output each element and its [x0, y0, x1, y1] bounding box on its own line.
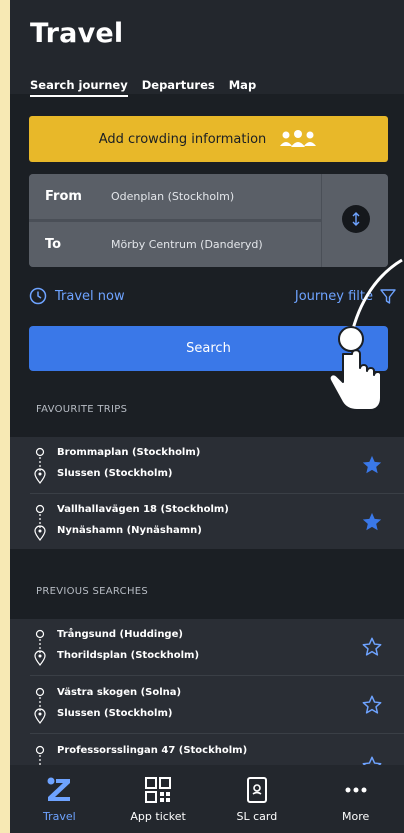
from-value: Odenplan (Stockholm) — [111, 190, 235, 203]
nav-sl-card[interactable]: SL card — [208, 765, 307, 833]
favourite-trips-list: Brommaplan (Stockholm) Slussen (Stockhol… — [10, 437, 404, 549]
tab-search-journey[interactable]: Search journey — [30, 78, 128, 97]
trip-to: Slussen (Stockholm) — [57, 708, 173, 719]
app-screen: Travel Search journey Departures Map Add… — [10, 0, 404, 833]
trip-to: Nynäshamn (Nynäshamn) — [57, 525, 202, 536]
trip-to: Slussen (Stockholm) — [57, 468, 173, 479]
to-field[interactable]: To Mörby Centrum (Danderyd) — [29, 222, 321, 267]
previous-searches-heading: PREVIOUS SEARCHES — [36, 586, 149, 597]
route-pins-icon — [34, 687, 46, 724]
trip-from: Vallhallavägen 18 (Stockholm) — [57, 504, 229, 515]
travel-now-label: Travel now — [55, 288, 125, 304]
nav-app-ticket[interactable]: App ticket — [109, 765, 208, 833]
route-pins-icon — [34, 629, 46, 666]
crowding-label: Add crowding information — [98, 131, 267, 147]
trip-from: Brommaplan (Stockholm) — [57, 447, 201, 458]
list-item[interactable]: Vallhallavägen 18 (Stockholm) Nynäshamn … — [10, 494, 404, 550]
nav-travel[interactable]: Travel — [10, 765, 109, 833]
nav-app-ticket-label: App ticket — [130, 809, 186, 823]
divider — [30, 733, 404, 734]
travel-now-button[interactable]: Travel now — [29, 287, 125, 305]
trip-from: Trångsund (Huddinge) — [57, 629, 183, 640]
tab-map[interactable]: Map — [229, 78, 256, 97]
star-outline-icon[interactable] — [361, 636, 383, 658]
swap-button[interactable] — [342, 205, 370, 233]
journey-fields: From Odenplan (Stockholm) To Mörby Centr… — [29, 174, 388, 267]
filter-icon — [380, 289, 396, 304]
route-pins-icon — [34, 447, 46, 484]
list-item[interactable]: Brommaplan (Stockholm) Slussen (Stockhol… — [10, 437, 404, 493]
trip-from: Professorsslingan 47 (Stockholm) — [57, 745, 248, 756]
app-header: Travel Search journey Departures Map — [10, 0, 404, 97]
tab-departures[interactable]: Departures — [142, 78, 215, 97]
swap-area — [322, 174, 388, 267]
more-dots-icon — [345, 787, 367, 792]
list-item[interactable]: Trångsund (Huddinge) Thorildsplan (Stock… — [10, 619, 404, 675]
divider — [30, 675, 404, 676]
star-outline-icon[interactable] — [361, 694, 383, 716]
people-icon — [280, 130, 317, 147]
bottom-nav: Travel App ticket SL card More — [10, 765, 404, 833]
trip-to: Thorildsplan (Stockholm) — [57, 650, 200, 661]
nav-travel-label: Travel — [43, 809, 76, 823]
trip-from: Västra skogen (Solna) — [57, 687, 182, 698]
search-label: Search — [186, 341, 231, 356]
route-pins-icon — [34, 504, 46, 541]
page-title: Travel — [30, 18, 124, 49]
nav-sl-card-label: SL card — [236, 809, 278, 823]
sl-card-icon — [246, 776, 267, 803]
list-item[interactable]: Västra skogen (Solna) Slussen (Stockholm… — [10, 677, 404, 733]
search-button[interactable]: Search — [29, 326, 388, 371]
nav-more-label: More — [341, 809, 370, 823]
swap-vertical-icon — [352, 212, 360, 226]
previous-searches-list: Trångsund (Huddinge) Thorildsplan (Stock… — [10, 619, 404, 775]
from-field[interactable]: From Odenplan (Stockholm) — [29, 174, 321, 219]
to-value: Mörby Centrum (Danderyd) — [111, 238, 263, 251]
travel-z-icon — [47, 777, 71, 801]
tab-bar: Search journey Departures Map — [30, 78, 256, 97]
journey-filter-button[interactable]: Journey filte — [295, 287, 397, 305]
journey-filter-label: Journey filte — [294, 288, 373, 304]
star-filled-icon[interactable] — [361, 454, 383, 476]
add-crowding-button[interactable]: Add crowding information — [29, 116, 388, 162]
to-label: To — [45, 237, 62, 252]
star-filled-icon[interactable] — [361, 511, 383, 533]
clock-icon — [29, 287, 47, 305]
from-label: From — [45, 189, 82, 204]
qr-ticket-icon — [145, 776, 172, 803]
nav-more[interactable]: More — [306, 765, 404, 833]
favourite-trips-heading: FAVOURITE TRIPS — [36, 404, 128, 415]
